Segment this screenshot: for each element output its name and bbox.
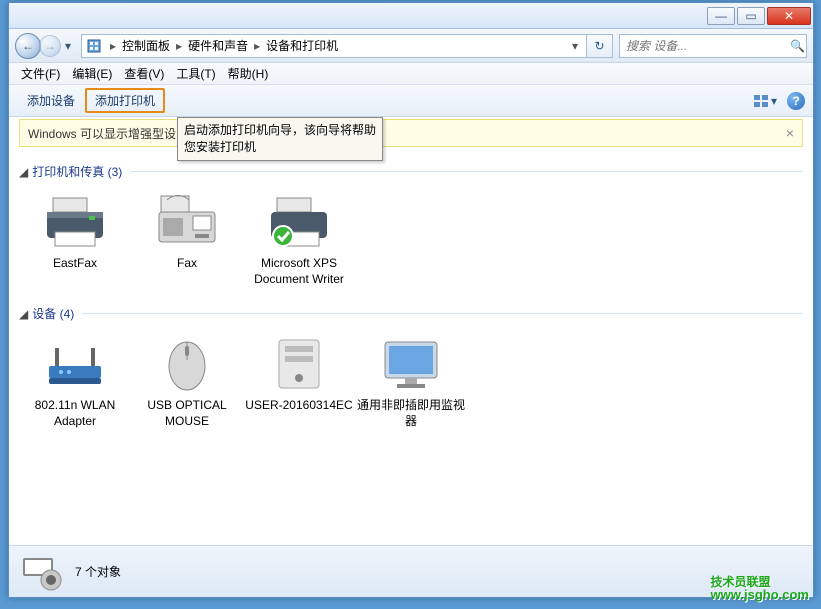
fax-icon: [152, 192, 222, 252]
wlan-icon: [40, 334, 110, 394]
item-label: Fax: [133, 256, 241, 272]
status-text: 7 个对象: [75, 563, 121, 580]
title-bar: — ▭ ✕: [9, 3, 813, 29]
help-button[interactable]: ?: [787, 92, 805, 110]
item-label: Microsoft XPS Document Writer: [245, 256, 353, 287]
explorer-window: — ▭ ✕ ← → ▾ ▸ 控制面板 ▸ 硬件和声音 ▸ 设备和打印机 ▾ ↻ …: [8, 2, 814, 598]
crumb-devices-printers[interactable]: 设备和打印机: [264, 37, 340, 54]
content-pane: ◢ 打印机和传真 (3) EastFax Fax Microsoft XPS D…: [9, 149, 813, 547]
command-bar: 添加设备 添加打印机 ▾ ?: [9, 85, 813, 117]
menu-bar: 文件(F) 编辑(E) 查看(V) 工具(T) 帮助(H): [9, 63, 813, 85]
add-printer-tooltip: 启动添加打印机向导，该向导将帮助您安装打印机: [177, 117, 383, 161]
devices-icon: [21, 552, 65, 592]
item-mouse[interactable]: USB OPTICAL MOUSE: [133, 334, 241, 429]
view-icon: [753, 93, 769, 109]
search-input[interactable]: [620, 39, 789, 53]
nav-buttons: ← → ▾: [15, 33, 75, 59]
item-xps-writer[interactable]: Microsoft XPS Document Writer: [245, 192, 353, 287]
group-divider: [130, 171, 803, 172]
maximize-button[interactable]: ▭: [737, 7, 765, 25]
item-monitor[interactable]: 通用非即插即用监视器: [357, 334, 465, 429]
info-bar[interactable]: Windows 可以显示增强型设 i进行更改... ×: [19, 119, 803, 147]
collapse-triangle-icon: ◢: [19, 307, 28, 321]
crumb-sep-icon[interactable]: ▸: [110, 39, 116, 53]
item-label: USER-20160314EC: [245, 398, 353, 414]
chevron-down-icon: ▾: [771, 94, 777, 108]
toolbar-right: ▾ ?: [753, 92, 805, 110]
monitor-icon: [376, 334, 446, 394]
group-divider: [82, 313, 803, 314]
add-device-button[interactable]: 添加设备: [17, 88, 85, 113]
address-bar[interactable]: ▸ 控制面板 ▸ 硬件和声音 ▸ 设备和打印机 ▾: [81, 34, 587, 58]
item-computer[interactable]: USER-20160314EC: [245, 334, 353, 429]
group-title: 设备 (4): [32, 305, 74, 322]
nav-history-dropdown[interactable]: ▾: [61, 33, 75, 59]
computer-icon: [264, 334, 334, 394]
item-fax[interactable]: Fax: [133, 192, 241, 287]
printer-items: EastFax Fax Microsoft XPS Document Write…: [19, 188, 803, 299]
item-label: 通用非即插即用监视器: [357, 398, 465, 429]
search-icon[interactable]: 🔍: [789, 39, 806, 53]
mouse-icon: [152, 334, 222, 394]
search-box[interactable]: 🔍: [619, 34, 807, 58]
item-eastfax[interactable]: EastFax: [21, 192, 129, 287]
menu-help[interactable]: 帮助(H): [222, 65, 275, 82]
info-bar-close-icon[interactable]: ×: [786, 125, 794, 141]
group-title: 打印机和传真 (3): [32, 163, 122, 180]
group-header-devices[interactable]: ◢ 设备 (4): [19, 305, 803, 322]
item-label: EastFax: [21, 256, 129, 272]
watermark: 技术员联盟 www.jsgho.com: [711, 576, 809, 601]
item-label: 802.11n WLAN Adapter: [21, 398, 129, 429]
back-button[interactable]: ←: [15, 33, 41, 59]
menu-tools[interactable]: 工具(T): [170, 65, 221, 82]
close-button[interactable]: ✕: [767, 7, 811, 25]
menu-file[interactable]: 文件(F): [15, 65, 66, 82]
crumb-control-panel[interactable]: 控制面板: [120, 37, 172, 54]
crumb-hardware-sound[interactable]: 硬件和声音: [186, 37, 250, 54]
minimize-button[interactable]: —: [707, 7, 735, 25]
item-label: USB OPTICAL MOUSE: [133, 398, 241, 429]
item-wlan-adapter[interactable]: 802.11n WLAN Adapter: [21, 334, 129, 429]
printer-default-icon: [264, 192, 334, 252]
crumb-sep-icon[interactable]: ▸: [176, 39, 182, 53]
menu-edit[interactable]: 编辑(E): [66, 65, 118, 82]
printer-icon: [40, 192, 110, 252]
collapse-triangle-icon: ◢: [19, 165, 28, 179]
status-bar: 7 个对象: [9, 545, 813, 597]
watermark-url: www.jsgho.com: [711, 588, 809, 601]
nav-bar: ← → ▾ ▸ 控制面板 ▸ 硬件和声音 ▸ 设备和打印机 ▾ ↻ 🔍: [9, 29, 813, 63]
control-panel-icon: [86, 38, 102, 54]
group-header-printers[interactable]: ◢ 打印机和传真 (3): [19, 163, 803, 180]
view-options-button[interactable]: ▾: [753, 93, 777, 109]
refresh-button[interactable]: ↻: [587, 34, 613, 58]
address-dropdown-icon[interactable]: ▾: [568, 39, 582, 53]
device-items: 802.11n WLAN Adapter USB OPTICAL MOUSE U…: [19, 330, 803, 441]
forward-button[interactable]: →: [39, 35, 61, 57]
menu-view[interactable]: 查看(V): [118, 65, 170, 82]
add-printer-button[interactable]: 添加打印机: [85, 88, 165, 113]
crumb-sep-icon[interactable]: ▸: [254, 39, 260, 53]
